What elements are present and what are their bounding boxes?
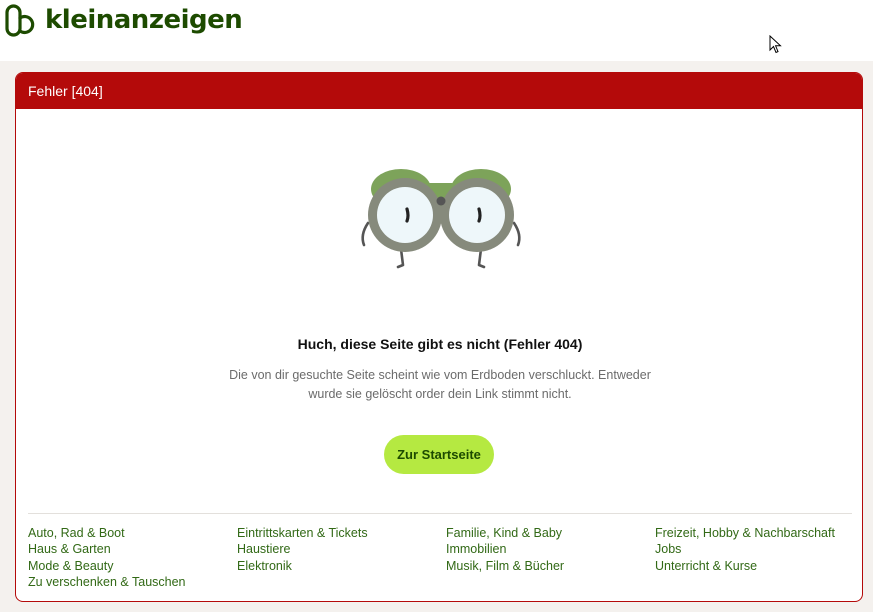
mouse-pointer-icon: [769, 35, 782, 54]
category-link-auto-rad-boot[interactable]: Auto, Rad & Boot: [28, 525, 186, 541]
logo-link[interactable]: kleinanzeigen: [5, 2, 243, 38]
top-bar: kleinanzeigen: [0, 0, 873, 61]
category-column-3: Familie, Kind & Baby Immobilien Musik, F…: [446, 525, 564, 574]
divider: [28, 513, 852, 514]
home-button[interactable]: Zur Startseite: [384, 435, 494, 474]
category-link-musik-film-buecher[interactable]: Musik, Film & Bücher: [446, 558, 564, 574]
category-link-eintrittskarten[interactable]: Eintrittskarten & Tickets: [237, 525, 368, 541]
binoculars-illustration: [361, 169, 521, 269]
category-column-1: Auto, Rad & Boot Haus & Garten Mode & Be…: [28, 525, 186, 590]
category-link-elektronik[interactable]: Elektronik: [237, 558, 368, 574]
error-heading: Huch, diese Seite gibt es nicht (Fehler …: [297, 336, 583, 352]
category-link-haustiere[interactable]: Haustiere: [237, 541, 368, 557]
category-link-freizeit-hobby[interactable]: Freizeit, Hobby & Nachbarschaft: [655, 525, 835, 541]
category-column-2: Eintrittskarten & Tickets Haustiere Elek…: [237, 525, 368, 574]
category-link-immobilien[interactable]: Immobilien: [446, 541, 564, 557]
logo-text: kleinanzeigen: [45, 5, 243, 35]
category-link-haus-garten[interactable]: Haus & Garten: [28, 541, 186, 557]
error-description: Die von dir gesuchte Seite scheint wie v…: [229, 368, 651, 401]
category-link-unterricht-kurse[interactable]: Unterricht & Kurse: [655, 558, 835, 574]
category-link-mode-beauty[interactable]: Mode & Beauty: [28, 558, 186, 574]
error-card-header: Fehler [404]: [16, 73, 862, 109]
category-link-zu-verschenken[interactable]: Zu verschenken & Tauschen: [28, 574, 186, 590]
category-column-4: Freizeit, Hobby & Nachbarschaft Jobs Unt…: [655, 525, 835, 574]
category-link-jobs[interactable]: Jobs: [655, 541, 835, 557]
error-card: Fehler [404] Huch, diese Seite gibt es n…: [15, 72, 863, 602]
category-link-familie-kind-baby[interactable]: Familie, Kind & Baby: [446, 525, 564, 541]
kleinanzeigen-logo-icon: [5, 4, 35, 37]
